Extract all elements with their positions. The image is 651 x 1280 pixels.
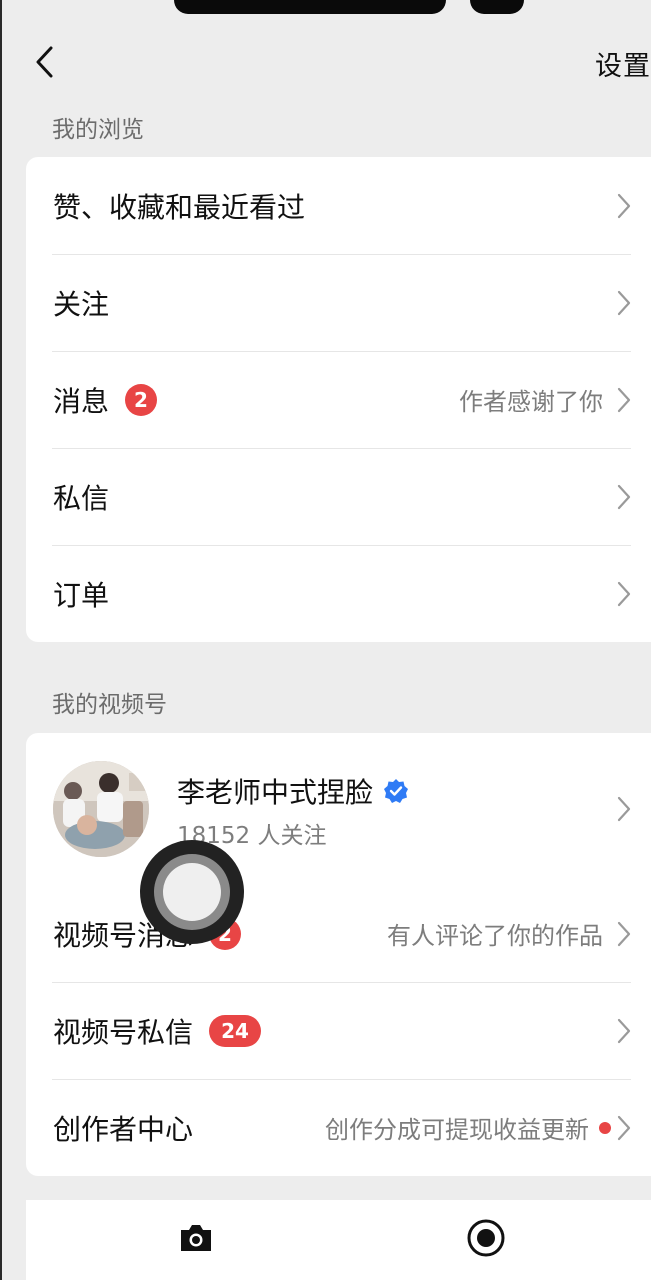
row-hint: 创作分成可提现收益更新 — [325, 1116, 589, 1144]
row-channel-messages[interactable]: 视频号消息 2 有人评论了你的作品 — [26, 885, 651, 982]
chevron-right-icon — [617, 1018, 631, 1043]
verified-icon — [384, 779, 409, 803]
channels-card: 李老师中式捏脸 18152 人关注 视频号消息 2 有人评论了你的作品 视频号私… — [26, 733, 651, 1176]
channel-name-group: 李老师中式捏脸 — [177, 771, 409, 811]
row-private-messages[interactable]: 私信 — [26, 448, 651, 545]
row-hint-group: 创作分成可提现收益更新 — [325, 1110, 611, 1145]
assistive-touch-ring — [154, 854, 230, 930]
row-orders[interactable]: 订单 — [26, 545, 651, 642]
chevron-right-icon — [617, 581, 631, 606]
bottom-actions-bar — [26, 1200, 651, 1280]
channel-profile-row[interactable]: 李老师中式捏脸 18152 人关注 — [26, 733, 651, 885]
row-title-group: 消息 2 — [53, 380, 158, 420]
row-following[interactable]: 关注 — [26, 254, 651, 351]
back-button[interactable] — [28, 42, 60, 82]
chevron-right-icon — [617, 290, 631, 315]
row-likes-favorites-history[interactable]: 赞、收藏和最近看过 — [26, 157, 651, 254]
row-hint: 有人评论了你的作品 — [387, 922, 603, 950]
avatar-image — [53, 761, 149, 857]
row-messages[interactable]: 消息 2 作者感谢了你 — [26, 351, 651, 448]
row-title: 消息 — [53, 384, 110, 418]
chevron-left-icon — [36, 46, 53, 78]
row-title: 赞、收藏和最近看过 — [53, 190, 306, 224]
record-icon[interactable] — [466, 1218, 506, 1258]
chevron-right-icon — [617, 796, 631, 822]
row-creator-center[interactable]: 创作者中心 创作分成可提现收益更新 — [26, 1079, 651, 1176]
chevron-right-icon — [617, 1115, 631, 1140]
screen: 设置 我的浏览 赞、收藏和最近看过 关注 消息 2 作者感谢了你 私信 订单 我… — [0, 0, 651, 1280]
chevron-right-icon — [617, 387, 631, 412]
unread-badge: 24 — [209, 1014, 262, 1047]
channel-name: 李老师中式捏脸 — [177, 776, 374, 809]
chevron-right-icon — [617, 193, 631, 218]
device-camera-cutout — [470, 0, 524, 14]
avatar — [53, 761, 149, 857]
row-title: 订单 — [53, 578, 110, 612]
new-dot-indicator — [599, 1121, 611, 1134]
camera-icon[interactable] — [176, 1218, 216, 1258]
row-title: 关注 — [53, 287, 110, 321]
section-label-browse: 我的浏览 — [52, 117, 144, 143]
row-hint: 作者感谢了你 — [459, 388, 603, 416]
chevron-right-icon — [617, 484, 631, 509]
assistive-touch-button[interactable] — [140, 840, 244, 944]
row-title: 私信 — [53, 481, 110, 515]
section-label-channels: 我的视频号 — [52, 692, 167, 718]
device-notch — [174, 0, 446, 14]
row-title: 创作者中心 — [53, 1112, 194, 1146]
chevron-right-icon — [617, 921, 631, 946]
row-title-group: 视频号私信 24 — [53, 1011, 262, 1051]
settings-button[interactable]: 设置 — [595, 44, 651, 83]
assistive-touch-core — [163, 863, 221, 921]
top-bar: 设置 — [2, 38, 651, 86]
browse-card: 赞、收藏和最近看过 关注 消息 2 作者感谢了你 私信 订单 — [26, 157, 651, 642]
row-channel-private-messages[interactable]: 视频号私信 24 — [26, 982, 651, 1079]
row-title: 视频号私信 — [53, 1015, 194, 1049]
unread-badge: 2 — [125, 383, 158, 416]
